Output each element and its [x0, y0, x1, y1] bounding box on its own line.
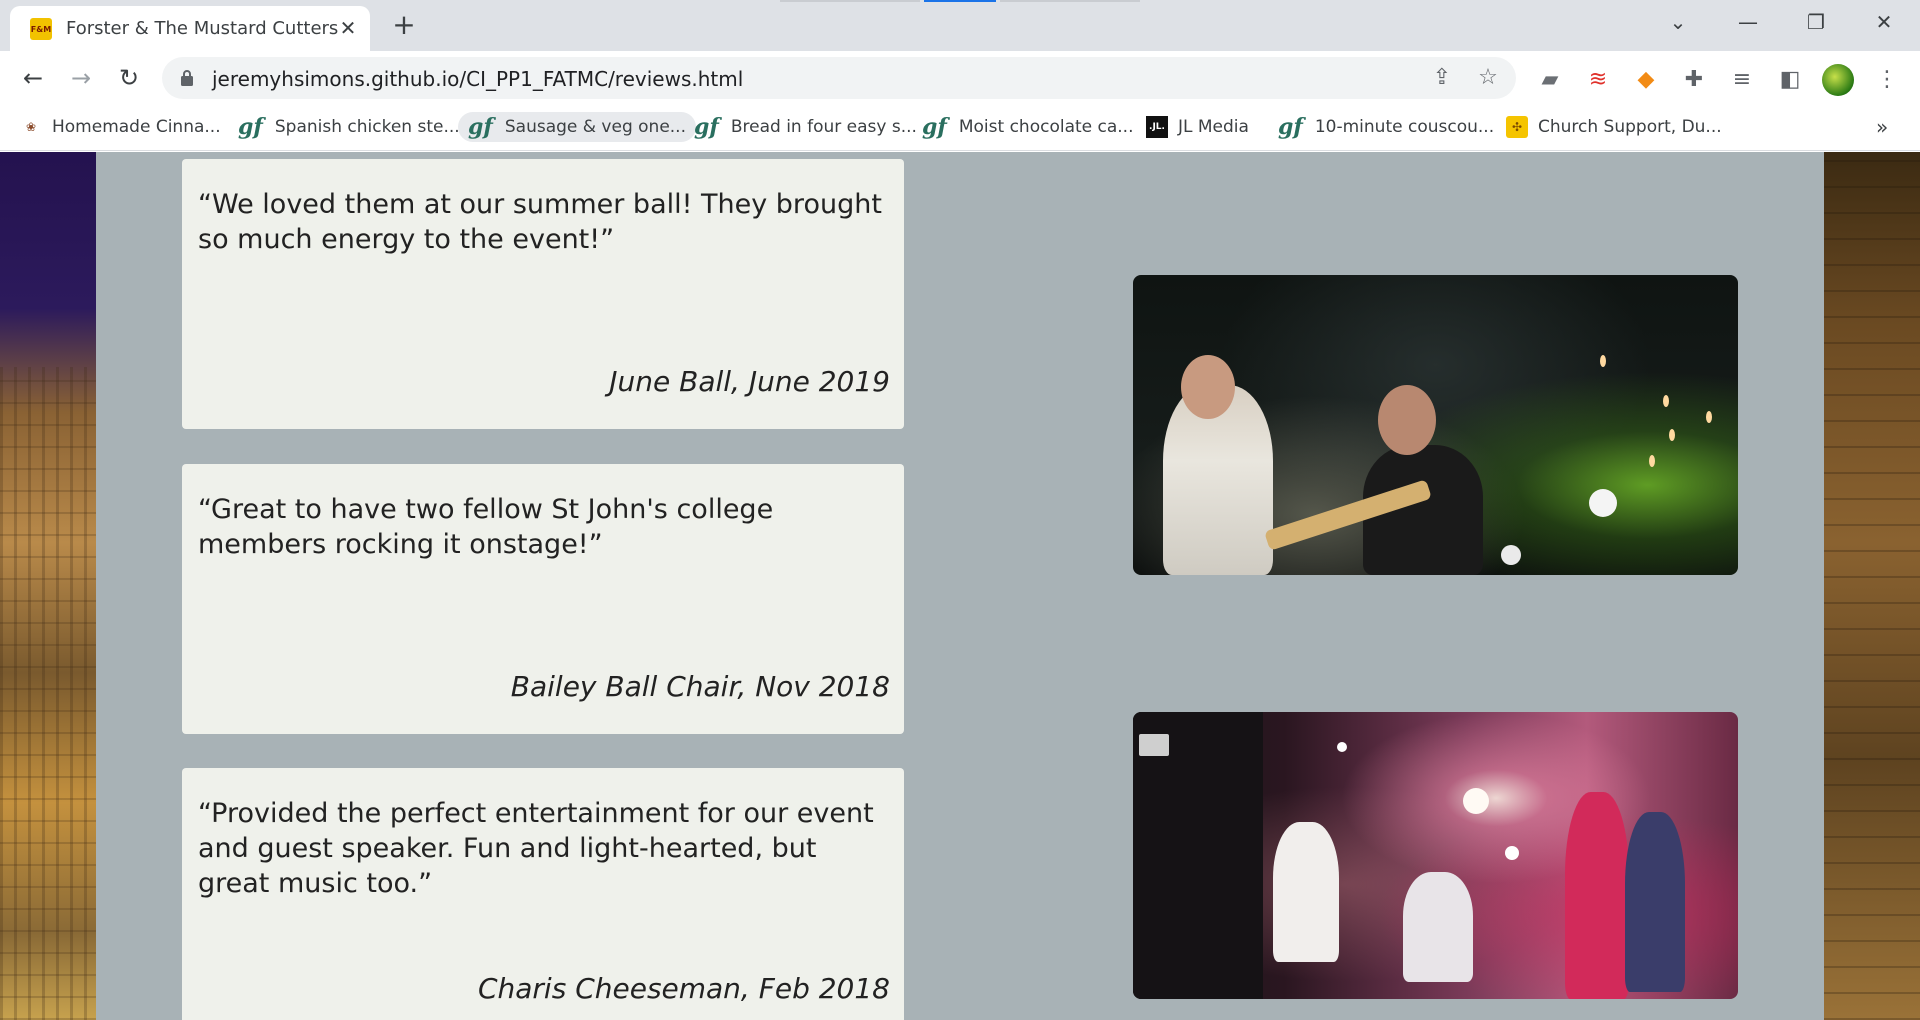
review-quote: “We loved them at our summer ball! They … — [198, 189, 882, 255]
review-card: “Great to have two fellow St John's coll… — [182, 464, 904, 734]
stage-light — [1600, 355, 1606, 367]
restore-button[interactable]: ❐ — [1796, 8, 1836, 36]
browser-toolbar: ← → ↻ jeremyhsimons.github.io/CI_PP1_FAT… — [0, 51, 1920, 105]
stage-light — [1649, 455, 1655, 467]
tab-strip-indicator — [780, 0, 920, 2]
more-bookmarks-chevron-icon[interactable]: » — [1876, 115, 1888, 139]
cinnamon-icon: ❀ — [25, 120, 37, 134]
stage-light — [1337, 742, 1347, 752]
extension-red-icon[interactable]: ≋ — [1585, 66, 1611, 92]
castle-background-left — [0, 152, 96, 1020]
tab-strip-indicator-active — [924, 0, 996, 2]
bookmark-label: Spanish chicken ste... — [274, 117, 460, 137]
gf-icon: gf — [922, 114, 947, 140]
lock-icon — [181, 70, 193, 86]
tab-search-icon[interactable]: ⌄ — [1658, 8, 1698, 36]
tab-title: Forster & The Mustard Cutters — [66, 18, 339, 39]
church-icon: ✣ — [1506, 116, 1528, 138]
jl-icon: .JL. — [1146, 116, 1168, 138]
review-quote: “Great to have two fellow St John's coll… — [198, 494, 774, 560]
speaker-logo — [1139, 734, 1169, 756]
bookmark-item[interactable]: gf Bread in four easy s... — [684, 112, 927, 142]
bookmark-item[interactable]: .JL. JL Media — [1136, 112, 1259, 142]
bookmark-item[interactable]: ❀ Homemade Cinna... — [10, 112, 231, 142]
page-viewport[interactable]: “We loved them at our summer ball! They … — [0, 152, 1920, 1020]
bookmark-item[interactable]: gf Spanish chicken ste... — [228, 112, 470, 142]
bookmark-item[interactable]: gf Moist chocolate ca... — [912, 112, 1144, 142]
review-quote: “Provided the perfect entertainment for … — [198, 798, 874, 899]
gf-icon: gf — [238, 114, 263, 140]
singer-in-red-figure — [1565, 792, 1629, 999]
stage-light — [1463, 788, 1489, 814]
new-tab-button[interactable]: + — [390, 11, 418, 40]
review-source: Bailey Ball Chair, Nov 2018 — [510, 670, 890, 703]
side-panel-icon[interactable]: ◧ — [1777, 66, 1803, 92]
stage-light — [1501, 545, 1521, 565]
stage-light — [1669, 429, 1675, 441]
stage-light — [1663, 395, 1669, 407]
share-icon[interactable]: ⇪ — [1430, 66, 1454, 90]
stage-light — [1505, 846, 1519, 860]
bookmark-item[interactable]: ✣ Church Support, Du... — [1496, 112, 1732, 142]
keyboard-player-figure — [1403, 872, 1473, 982]
bookmark-item[interactable]: gf 10-minute couscou... — [1268, 112, 1504, 142]
band-photo-1 — [1133, 275, 1738, 575]
active-tab[interactable]: F&M Forster & The Mustard Cutters ✕ — [10, 6, 370, 51]
bookmark-star-icon[interactable]: ☆ — [1476, 66, 1500, 90]
bookmarks-bar: ❀ Homemade Cinna... gf Spanish chicken s… — [0, 105, 1920, 151]
url-text: jeremyhsimons.github.io/CI_PP1_FATMC/rev… — [212, 67, 744, 91]
bookmark-label: Homemade Cinna... — [52, 117, 221, 137]
stage-light — [1706, 411, 1712, 423]
media-playlist-icon[interactable]: ≡ — [1729, 66, 1755, 92]
gf-icon: gf — [1278, 114, 1303, 140]
bookmark-label: Sausage & veg one... — [504, 117, 686, 137]
close-tab-icon[interactable]: ✕ — [336, 16, 360, 40]
extension-chat-icon[interactable]: ▰ — [1537, 66, 1563, 92]
bookmark-label: 10-minute couscou... — [1314, 117, 1495, 137]
bookmark-label: Moist chocolate ca... — [958, 117, 1134, 137]
forward-arrow-icon[interactable]: → — [66, 63, 96, 93]
gf-icon: gf — [468, 114, 493, 140]
tab-strip-indicator — [1000, 0, 1140, 2]
review-card: “Provided the perfect entertainment for … — [182, 768, 904, 1020]
reload-icon[interactable]: ↻ — [114, 63, 144, 93]
review-source: Charis Cheeseman, Feb 2018 — [477, 972, 890, 1005]
tab-favicon-icon: F&M — [30, 18, 52, 40]
band-photo-2 — [1133, 712, 1738, 999]
address-bar[interactable]: jeremyhsimons.github.io/CI_PP1_FATMC/rev… — [162, 57, 1516, 99]
back-arrow-icon[interactable]: ← — [18, 63, 48, 93]
minimize-button[interactable]: — — [1728, 8, 1768, 36]
singer-head — [1378, 385, 1436, 455]
close-window-button[interactable]: ✕ — [1864, 8, 1904, 36]
extensions-puzzle-icon[interactable]: ✚ — [1681, 66, 1707, 92]
guitarist-head — [1181, 355, 1235, 419]
profile-avatar[interactable] — [1822, 64, 1854, 96]
stage-light — [1589, 489, 1617, 517]
saxophonist-figure — [1625, 812, 1685, 992]
menu-kebab-icon[interactable]: ⋮ — [1874, 66, 1900, 92]
review-card: “We loved them at our summer ball! They … — [182, 159, 904, 429]
castle-background-right — [1824, 152, 1920, 1020]
tab-strip: F&M Forster & The Mustard Cutters ✕ + ⌄ … — [0, 0, 1920, 51]
bookmark-item[interactable]: gf Sausage & veg one... — [458, 112, 696, 142]
guitarist-figure — [1273, 822, 1339, 962]
bookmark-label: Church Support, Du... — [1538, 117, 1722, 137]
gf-icon: gf — [694, 114, 719, 140]
review-source: June Ball, June 2019 — [609, 365, 890, 398]
extension-g-icon[interactable]: ◆ — [1633, 66, 1659, 92]
bookmark-label: Bread in four easy s... — [730, 117, 917, 137]
bookmark-label: JL Media — [1178, 117, 1249, 137]
